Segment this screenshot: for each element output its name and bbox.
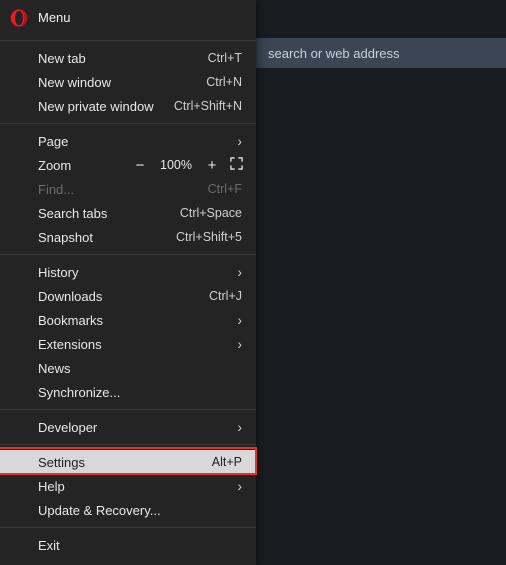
menu-item-snapshot[interactable]: Snapshot Ctrl+Shift+5 (0, 225, 256, 249)
zoom-out-button[interactable]: − (130, 157, 150, 174)
chevron-right-icon: › (237, 313, 242, 327)
menu-item-find: Find... Ctrl+F (0, 177, 256, 201)
menu-item-label: New window (38, 75, 206, 90)
menu-item-news[interactable]: News (0, 356, 256, 380)
menu-item-shortcut: Ctrl+N (206, 75, 242, 89)
menu-item-shortcut: Ctrl+J (209, 289, 242, 303)
menu-item-label: Exit (38, 538, 242, 553)
menu-item-extensions[interactable]: Extensions › (0, 332, 256, 356)
menu-item-label: Search tabs (38, 206, 180, 221)
main-menu: Menu New tab Ctrl+T New window Ctrl+N Ne… (0, 0, 256, 565)
chevron-right-icon: › (237, 265, 242, 279)
chevron-right-icon: › (237, 337, 242, 351)
menu-item-downloads[interactable]: Downloads Ctrl+J (0, 284, 256, 308)
menu-item-shortcut: Ctrl+T (208, 51, 242, 65)
menu-item-label: Zoom (38, 158, 124, 173)
menu-item-bookmarks[interactable]: Bookmarks › (0, 308, 256, 332)
menu-item-help[interactable]: Help › (0, 474, 256, 498)
menu-item-shortcut: Ctrl+Shift+5 (176, 230, 242, 244)
menu-item-label: New tab (38, 51, 208, 66)
menu-separator (0, 254, 256, 255)
menu-item-history[interactable]: History › (0, 260, 256, 284)
menu-item-synchronize[interactable]: Synchronize... (0, 380, 256, 404)
menu-item-settings[interactable]: Settings Alt+P (0, 450, 256, 474)
zoom-in-button[interactable]: + (202, 157, 222, 174)
menu-item-label: Update & Recovery... (38, 503, 242, 518)
chevron-right-icon: › (237, 420, 242, 434)
menu-item-label: News (38, 361, 242, 376)
chevron-right-icon: › (237, 134, 242, 148)
menu-item-label: Help (38, 479, 237, 494)
menu-item-developer[interactable]: Developer › (0, 415, 256, 439)
menu-separator (0, 40, 256, 41)
menu-title: Menu (38, 10, 71, 25)
menu-item-search-tabs[interactable]: Search tabs Ctrl+Space (0, 201, 256, 225)
menu-item-label: Synchronize... (38, 385, 242, 400)
menu-separator (0, 444, 256, 445)
menu-item-shortcut: Ctrl+Space (180, 206, 242, 220)
menu-header: Menu (0, 0, 256, 35)
menu-item-update-recovery[interactable]: Update & Recovery... (0, 498, 256, 522)
fullscreen-icon[interactable] (228, 157, 244, 173)
menu-item-new-private-window[interactable]: New private window Ctrl+Shift+N (0, 94, 256, 118)
menu-item-new-tab[interactable]: New tab Ctrl+T (0, 46, 256, 70)
menu-item-shortcut: Ctrl+Shift+N (174, 99, 242, 113)
menu-item-label: Settings (38, 455, 212, 470)
menu-item-label: Extensions (38, 337, 237, 352)
menu-item-shortcut: Ctrl+F (208, 182, 242, 196)
menu-item-label: History (38, 265, 237, 280)
opera-logo-icon (10, 9, 28, 27)
menu-separator (0, 123, 256, 124)
menu-item-label: Developer (38, 420, 237, 435)
zoom-percent: 100% (156, 158, 196, 172)
menu-item-exit[interactable]: Exit (0, 533, 256, 557)
menu-item-label: Find... (38, 182, 208, 197)
menu-item-label: Snapshot (38, 230, 176, 245)
menu-item-label: New private window (38, 99, 174, 114)
menu-item-label: Bookmarks (38, 313, 237, 328)
menu-separator (0, 409, 256, 410)
menu-item-page[interactable]: Page › (0, 129, 256, 153)
menu-item-label: Downloads (38, 289, 209, 304)
menu-item-new-window[interactable]: New window Ctrl+N (0, 70, 256, 94)
address-bar-placeholder: search or web address (268, 46, 400, 61)
menu-separator (0, 527, 256, 528)
menu-item-shortcut: Alt+P (212, 455, 242, 469)
chevron-right-icon: › (237, 479, 242, 493)
menu-item-zoom: Zoom − 100% + (0, 153, 256, 177)
menu-item-label: Page (38, 134, 237, 149)
